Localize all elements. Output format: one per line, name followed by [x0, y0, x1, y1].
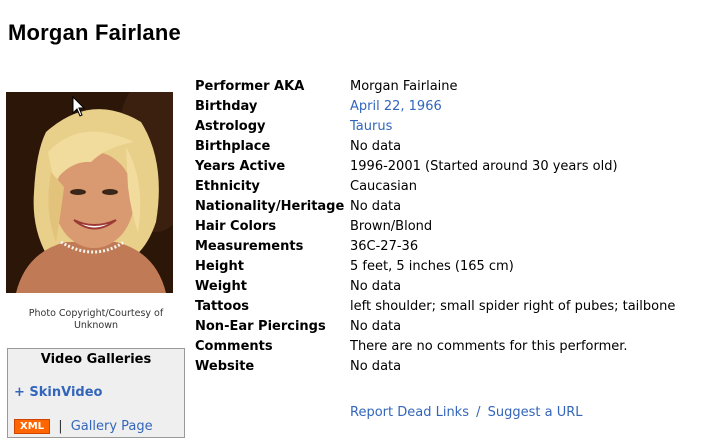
row-label: Website [195, 358, 255, 374]
row-value: 1996-2001 (Started around 30 years old) [350, 158, 618, 174]
astrology-link[interactable]: Taurus [350, 119, 392, 134]
gallery-footer: XML | Gallery Page [14, 419, 153, 434]
row-label: Performer AKA [195, 78, 305, 94]
row-value: No data [350, 198, 402, 214]
table-row: Astrology Taurus [195, 116, 675, 136]
portrait-image [6, 92, 173, 293]
report-dead-links-link[interactable]: Report Dead Links [350, 405, 469, 420]
row-value: There are no comments for this performer… [350, 338, 628, 354]
row-value: left shoulder; small spider right of pub… [350, 298, 676, 314]
table-row: Birthplace No data [195, 136, 675, 156]
table-row: Tattoos left shoulder; small spider right… [195, 296, 675, 316]
separator: | [58, 419, 63, 434]
row-label: Birthplace [195, 138, 271, 154]
table-row: Years Active 1996-2001 (Started around 30… [195, 156, 675, 176]
suggest-url-link[interactable]: Suggest a URL [488, 405, 583, 420]
row-value: 5 feet, 5 inches (165 cm) [350, 258, 514, 274]
row-label: Nationality/Heritage [195, 198, 345, 214]
page-title: Morgan Fairlane [8, 20, 181, 45]
row-value: No data [350, 318, 402, 334]
xml-feed-icon[interactable]: XML [14, 419, 51, 434]
row-value: No data [350, 278, 402, 294]
row-value: Brown/Blond [350, 218, 433, 234]
birthday-link[interactable]: April 22, 1966 [350, 99, 442, 114]
row-value: No data [350, 358, 402, 374]
row-label: Astrology [195, 118, 266, 134]
mouse-cursor-icon [72, 96, 86, 117]
row-label: Ethnicity [195, 178, 260, 194]
performer-photo[interactable] [6, 92, 173, 293]
row-label: Tattoos [195, 298, 249, 314]
row-label: Non-Ear Piercings [195, 318, 326, 334]
table-row: Weight No data [195, 276, 675, 296]
report-links-bar: Report Dead Links / Suggest a URL [350, 405, 583, 420]
row-value: 36C-27-36 [350, 238, 419, 254]
skinvideo-link[interactable]: + SkinVideo [14, 385, 102, 400]
table-row: Nationality/Heritage No data [195, 196, 675, 216]
row-label: Hair Colors [195, 218, 277, 234]
table-row: Hair Colors Brown/Blond [195, 216, 675, 236]
performer-info-table: Performer AKA Morgan Fairlaine Birthday Ap… [195, 76, 675, 376]
table-row: Website No data [195, 356, 675, 376]
table-row: Measurements 36C-27-36 [195, 236, 675, 256]
row-value: No data [350, 138, 402, 154]
table-row: Comments There are no comments for this p… [195, 336, 675, 356]
separator: / [476, 405, 481, 420]
video-galleries-box: Video Galleries + SkinVideo XML | Galler… [7, 348, 185, 438]
photo-caption: Photo Copyright/Courtesy of Unknown [28, 308, 164, 331]
row-label: Height [195, 258, 244, 274]
row-label: Measurements [195, 238, 304, 254]
table-row: Ethnicity Caucasian [195, 176, 675, 196]
video-galleries-title: Video Galleries [40, 352, 152, 367]
table-row: Birthday April 22, 1966 [195, 96, 675, 116]
gallery-page-link[interactable]: Gallery Page [71, 419, 153, 434]
row-label: Weight [195, 278, 247, 294]
row-label: Comments [195, 338, 273, 354]
table-row: Height 5 feet, 5 inches (165 cm) [195, 256, 675, 276]
table-row: Non-Ear Piercings No data [195, 316, 675, 336]
row-value: Caucasian [350, 178, 417, 194]
table-row: Performer AKA Morgan Fairlaine [195, 76, 675, 96]
row-label: Years Active [195, 158, 286, 174]
row-value: Morgan Fairlaine [350, 78, 458, 94]
row-label: Birthday [195, 98, 258, 114]
